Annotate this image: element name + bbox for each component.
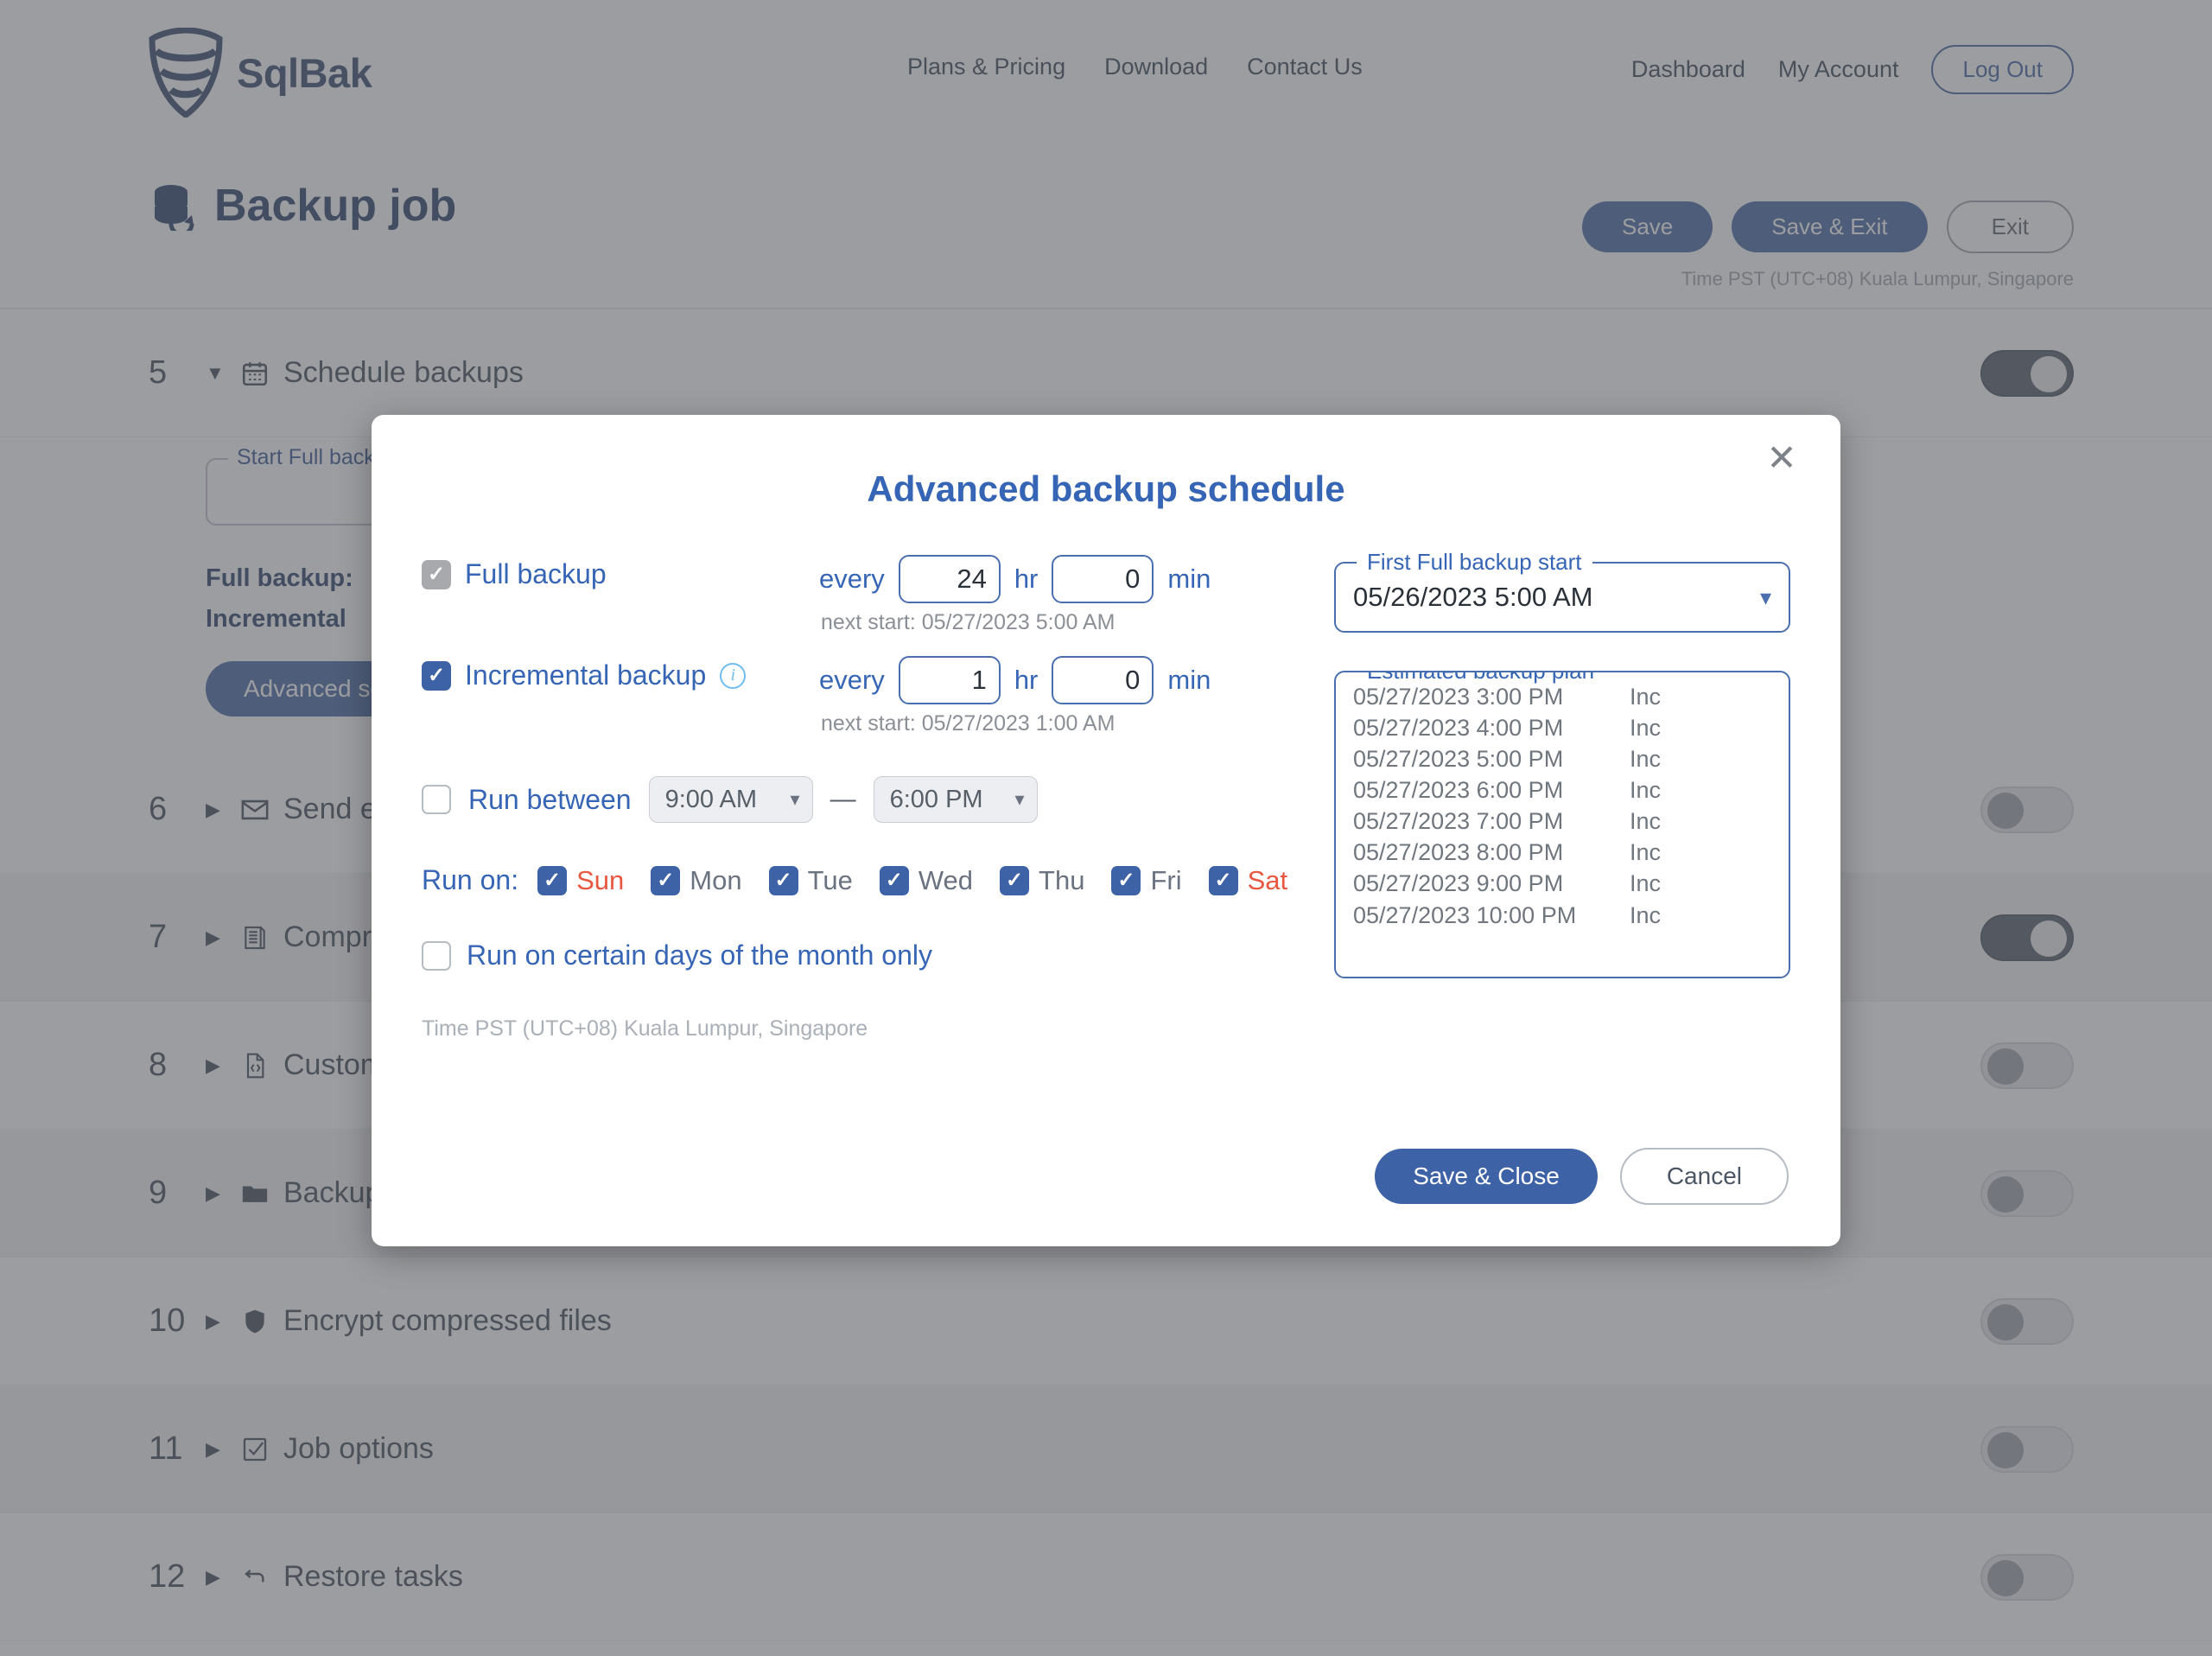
run-on-label: Run on: <box>422 864 518 896</box>
plan-row: 05/27/2023 8:00 PM Inc <box>1353 837 1771 868</box>
incremental-minutes-input[interactable]: 0 <box>1052 656 1154 704</box>
plan-row: 05/27/2023 4:00 PM Inc <box>1353 712 1771 743</box>
estimated-backup-plan-field: Estimated backup plan 05/27/2023 3:00 PM… <box>1334 671 1790 978</box>
run-between-row: Run between 9:00 AM ▾ — 6:00 PM ▾ <box>422 776 1334 823</box>
dialog-body: ✓ Full backup every 24 hr 0 min next sta… <box>372 510 1840 1041</box>
plan-row: 05/27/2023 3:00 PM Inc <box>1353 681 1771 712</box>
chevron-down-icon: ▾ <box>791 788 800 811</box>
plan-type: Inc <box>1630 685 1661 709</box>
plan-row: 05/27/2023 7:00 PM Inc <box>1353 806 1771 837</box>
full-backup-hours-input[interactable]: 24 <box>899 555 1001 603</box>
full-every-word: every <box>819 564 885 595</box>
day-toggle-wed[interactable]: ✓ Wed <box>880 865 973 896</box>
plan-type: Inc <box>1630 747 1661 771</box>
day-label-thu: Thu <box>1039 865 1084 896</box>
month-days-checkbox[interactable] <box>422 941 451 971</box>
day-checkbox-tue[interactable]: ✓ <box>769 866 798 895</box>
dialog-left-column: ✓ Full backup every 24 hr 0 min next sta… <box>422 555 1334 1041</box>
day-label-sun: Sun <box>576 865 624 896</box>
run-between-to-value: 6:00 PM <box>890 786 983 814</box>
estimated-backup-plan-legend: Estimated backup plan <box>1357 671 1605 685</box>
full-backup-label: Full backup <box>465 558 607 590</box>
cancel-button[interactable]: Cancel <box>1620 1148 1789 1205</box>
plan-type: Inc <box>1630 809 1661 833</box>
chevron-down-icon: ▾ <box>1015 788 1025 811</box>
day-checkbox-sun[interactable]: ✓ <box>537 866 567 895</box>
incremental-backup-row: ✓ Incremental backup i every 1 hr 0 min … <box>422 656 1334 736</box>
first-full-backup-start-value: 05/26/2023 5:00 AM <box>1353 582 1593 613</box>
chevron-down-icon: ▾ <box>1760 584 1771 611</box>
day-toggle-thu[interactable]: ✓ Thu <box>1000 865 1084 896</box>
plan-datetime: 05/27/2023 10:00 PM <box>1353 903 1630 927</box>
plan-row: 05/27/2023 10:00 PM Inc <box>1353 900 1771 931</box>
day-checkbox-fri[interactable]: ✓ <box>1111 866 1141 895</box>
run-between-to-select[interactable]: 6:00 PM ▾ <box>874 776 1038 823</box>
incremental-backup-label: Incremental backup <box>465 659 706 691</box>
dialog-actions: Save & Close Cancel <box>1375 1148 1789 1205</box>
plan-type: Inc <box>1630 778 1661 802</box>
day-toggle-sun[interactable]: ✓ Sun <box>537 865 624 896</box>
range-separator: — <box>830 785 856 814</box>
day-toggle-sat[interactable]: ✓ Sat <box>1209 865 1288 896</box>
plan-datetime: 05/27/2023 5:00 PM <box>1353 747 1630 771</box>
close-icon[interactable]: ✕ <box>1759 436 1804 481</box>
plan-type: Inc <box>1630 871 1661 895</box>
day-checkbox-mon[interactable]: ✓ <box>651 866 680 895</box>
day-toggle-mon[interactable]: ✓ Mon <box>651 865 741 896</box>
day-checkbox-thu[interactable]: ✓ <box>1000 866 1029 895</box>
day-toggle-tue[interactable]: ✓ Tue <box>769 865 853 896</box>
day-label-sat: Sat <box>1248 865 1288 896</box>
inc-min-word: min <box>1167 665 1211 696</box>
plan-datetime: 05/27/2023 7:00 PM <box>1353 809 1630 833</box>
month-days-label: Run on certain days of the month only <box>467 939 932 971</box>
plan-type: Inc <box>1630 903 1661 927</box>
plan-datetime: 05/27/2023 4:00 PM <box>1353 716 1630 740</box>
run-on-row: Run on: ✓ Sun ✓ Mon ✓ Tue ✓ Wed <box>422 864 1334 896</box>
full-backup-minutes-input[interactable]: 0 <box>1052 555 1154 603</box>
incremental-backup-checkbox[interactable]: ✓ <box>422 661 451 691</box>
inc-hr-word: hr <box>1014 665 1039 696</box>
day-label-wed: Wed <box>918 865 973 896</box>
dialog-title: Advanced backup schedule <box>372 415 1840 510</box>
plan-row: 05/27/2023 9:00 PM Inc <box>1353 868 1771 899</box>
plan-row: 05/27/2023 6:00 PM Inc <box>1353 774 1771 806</box>
full-hr-word: hr <box>1014 564 1039 595</box>
full-backup-next-start: next start: 05/27/2023 5:00 AM <box>821 610 1334 635</box>
incremental-hours-input[interactable]: 1 <box>899 656 1001 704</box>
incremental-next-start: next start: 05/27/2023 1:00 AM <box>821 711 1334 736</box>
run-between-from-select[interactable]: 9:00 AM ▾ <box>649 776 813 823</box>
day-toggle-fri[interactable]: ✓ Fri <box>1111 865 1181 896</box>
inc-every-word: every <box>819 665 885 696</box>
month-days-row: Run on certain days of the month only <box>422 939 1334 971</box>
plan-row: 05/27/2023 5:00 PM Inc <box>1353 743 1771 774</box>
plan-type: Inc <box>1630 716 1661 740</box>
day-label-tue: Tue <box>808 865 853 896</box>
dialog-right-column: First Full backup start 05/26/2023 5:00 … <box>1334 555 1790 1041</box>
plan-datetime: 05/27/2023 9:00 PM <box>1353 871 1630 895</box>
run-between-checkbox[interactable] <box>422 785 451 814</box>
plan-datetime: 05/27/2023 8:00 PM <box>1353 840 1630 864</box>
plan-type: Inc <box>1630 840 1661 864</box>
first-full-backup-start-field[interactable]: First Full backup start 05/26/2023 5:00 … <box>1334 562 1790 633</box>
run-between-label: Run between <box>468 784 632 816</box>
info-icon[interactable]: i <box>720 663 746 689</box>
day-label-mon: Mon <box>690 865 741 896</box>
plan-datetime: 05/27/2023 3:00 PM <box>1353 685 1630 709</box>
save-close-button[interactable]: Save & Close <box>1375 1149 1598 1204</box>
full-backup-row: ✓ Full backup every 24 hr 0 min next sta… <box>422 555 1334 635</box>
plan-datetime: 05/27/2023 6:00 PM <box>1353 778 1630 802</box>
day-checkbox-sat[interactable]: ✓ <box>1209 866 1238 895</box>
run-between-from-value: 9:00 AM <box>665 786 757 814</box>
advanced-backup-schedule-dialog: ✕ Advanced backup schedule ✓ Full backup… <box>372 415 1840 1246</box>
day-label-fri: Fri <box>1150 865 1181 896</box>
day-checkbox-wed[interactable]: ✓ <box>880 866 909 895</box>
full-backup-checkbox[interactable]: ✓ <box>422 560 451 589</box>
first-full-backup-start-legend: First Full backup start <box>1357 549 1592 576</box>
dialog-timezone-note: Time PST (UTC+08) Kuala Lumpur, Singapor… <box>422 1016 1334 1041</box>
full-min-word: min <box>1167 564 1211 595</box>
